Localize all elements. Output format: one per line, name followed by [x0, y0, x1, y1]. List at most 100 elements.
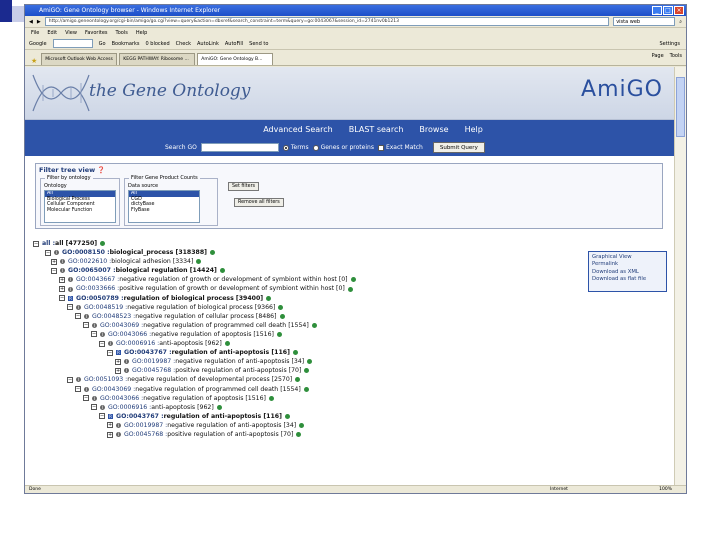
send-to-button[interactable]: Send to [249, 41, 268, 47]
collapse-icon[interactable]: − [75, 313, 81, 320]
term-label[interactable]: biological regulation [14424] [116, 266, 217, 275]
remove-filters-button[interactable]: Remove all filters [234, 198, 284, 207]
graph-view-icon[interactable] [304, 368, 310, 374]
download-xml-link[interactable]: Download as XML [592, 269, 663, 276]
term-label[interactable]: all [477250] [55, 239, 97, 248]
browser-search-input[interactable]: vista web [613, 17, 676, 26]
term-label[interactable]: negative regulation of programmed cell d… [135, 385, 301, 394]
collapse-icon[interactable]: − [67, 376, 73, 383]
graph-view-icon[interactable] [209, 250, 215, 256]
graph-view-icon[interactable] [311, 322, 317, 328]
go-id-link[interactable]: GO:0043767 : [116, 412, 164, 421]
term-label[interactable]: negative regulation of cellular process … [135, 312, 276, 321]
collapse-icon[interactable]: − [51, 267, 57, 274]
go-id-link[interactable]: GO:0043069 : [92, 385, 135, 394]
nav-help[interactable]: Help [465, 120, 483, 139]
download-flat-link[interactable]: Download as flat file [592, 276, 663, 283]
graph-view-icon[interactable] [216, 404, 222, 410]
term-label[interactable]: negative regulation of anti-apoptosis [3… [175, 357, 304, 366]
forward-icon[interactable]: ▶ [37, 19, 41, 25]
collapse-icon[interactable]: − [67, 304, 73, 311]
term-label[interactable]: regulation of biological process [39400] [124, 294, 264, 303]
menu-edit[interactable]: Edit [47, 28, 57, 38]
ontology-option[interactable]: Molecular Function [45, 208, 115, 214]
maximize-button[interactable]: □ [663, 6, 673, 15]
tab-outlook[interactable]: Microsoft Outlook Web Access [41, 53, 118, 65]
go-id-link[interactable]: GO:0051093 : [84, 375, 127, 384]
exact-match-checkbox[interactable] [377, 144, 384, 151]
term-label[interactable]: anti-apoptosis [962] [159, 339, 222, 348]
term-label[interactable]: negative regulation of developmental pro… [127, 375, 292, 384]
menu-file[interactable]: File [31, 28, 39, 38]
expand-icon[interactable]: + [107, 422, 113, 429]
go-id-link[interactable]: GO:0045768 : [132, 366, 175, 375]
nav-blast-search[interactable]: BLAST search [349, 120, 404, 139]
go-id-link[interactable]: GO:0033666 : [76, 284, 119, 293]
graph-view-icon[interactable] [278, 304, 284, 310]
tab-kegg[interactable]: KEGG PATHWAY: Ribosome ... [119, 53, 196, 65]
expand-icon[interactable]: + [107, 431, 113, 438]
term-label[interactable]: negative regulation of biological proces… [127, 303, 275, 312]
expand-icon[interactable]: + [115, 367, 121, 374]
collapse-icon[interactable]: − [91, 404, 97, 411]
graph-view-icon[interactable] [279, 313, 285, 319]
graph-view-icon[interactable] [100, 241, 106, 247]
term-label[interactable]: negative regulation of apoptosis [1516] [151, 330, 274, 339]
collapse-icon[interactable]: − [83, 322, 89, 329]
autolink-button[interactable]: AutoLink [197, 41, 219, 47]
go-button[interactable]: Go [99, 41, 106, 47]
data-source-listbox[interactable]: All CGD dictyBase FlyBase [128, 190, 200, 223]
collapse-icon[interactable]: − [91, 331, 97, 338]
collapse-icon[interactable]: − [107, 349, 113, 356]
nav-advanced-search[interactable]: Advanced Search [263, 120, 333, 139]
go-id-link[interactable]: GO:0019987 : [124, 421, 167, 430]
back-icon[interactable]: ◀ [29, 19, 33, 25]
go-id-link[interactable]: GO:0050789 : [76, 294, 124, 303]
genes-radio[interactable] [312, 144, 319, 151]
graph-view-icon[interactable] [224, 341, 230, 347]
ontology-listbox[interactable]: All Biological Process Cellular Componen… [44, 190, 116, 223]
go-id-link[interactable]: GO:0006916 : [108, 403, 151, 412]
menu-tools[interactable]: Tools [116, 28, 128, 38]
term-label[interactable]: biological adhesion [3334] [111, 257, 193, 266]
go-id-link[interactable]: GO:0043066 : [100, 394, 143, 403]
collapse-icon[interactable]: − [99, 413, 105, 420]
graph-view-icon[interactable] [350, 277, 356, 283]
graph-view-icon[interactable] [296, 432, 302, 438]
autofill-button[interactable]: AutoFill [225, 41, 243, 47]
term-label[interactable]: biological_process [318388] [110, 248, 207, 257]
settings-button[interactable]: Settings [659, 41, 680, 47]
collapse-icon[interactable]: − [59, 295, 65, 302]
menu-view[interactable]: View [65, 28, 77, 38]
go-search-input[interactable] [200, 143, 279, 152]
collapse-icon[interactable]: − [33, 240, 39, 247]
permalink-link[interactable]: Permalink [592, 261, 663, 268]
submit-query-button[interactable]: Submit Query [432, 142, 485, 153]
terms-radio[interactable] [282, 144, 289, 151]
menu-favorites[interactable]: Favorites [85, 28, 108, 38]
graph-view-icon[interactable] [292, 350, 298, 356]
vertical-scrollbar[interactable] [674, 67, 686, 487]
go-id-link[interactable]: GO:0043667 : [76, 275, 119, 284]
term-label[interactable]: anti-apoptosis [962] [151, 403, 214, 412]
zoom-level[interactable]: 100% [659, 486, 672, 493]
graph-view-icon[interactable] [307, 359, 313, 365]
address-field[interactable]: http://amigo.geneontology.org/cgi-bin/am… [44, 17, 610, 26]
graphical-view-link[interactable]: Graphical View [592, 254, 663, 261]
go-id-link[interactable]: GO:0022610 : [68, 257, 111, 266]
tools-menu[interactable]: Tools [670, 53, 682, 59]
bookmarks-button[interactable]: Bookmarks [112, 41, 140, 47]
graph-view-icon[interactable] [295, 377, 301, 383]
graph-view-icon[interactable] [219, 268, 225, 274]
scroll-thumb[interactable] [676, 77, 685, 137]
expand-icon[interactable]: + [59, 276, 65, 283]
expand-icon[interactable]: + [115, 358, 121, 365]
go-id-link[interactable]: GO:0045768 : [124, 430, 167, 439]
graph-view-icon[interactable] [303, 386, 309, 392]
help-icon[interactable]: ❓ [97, 166, 105, 174]
term-label[interactable]: positive regulation of growth or develop… [119, 284, 345, 293]
favorites-star-icon[interactable]: ★ [31, 57, 37, 65]
search-icon[interactable]: ⌕ [679, 19, 682, 25]
term-label[interactable]: regulation of anti-apoptosis [116] [172, 348, 290, 357]
minimize-button[interactable]: _ [652, 6, 662, 15]
